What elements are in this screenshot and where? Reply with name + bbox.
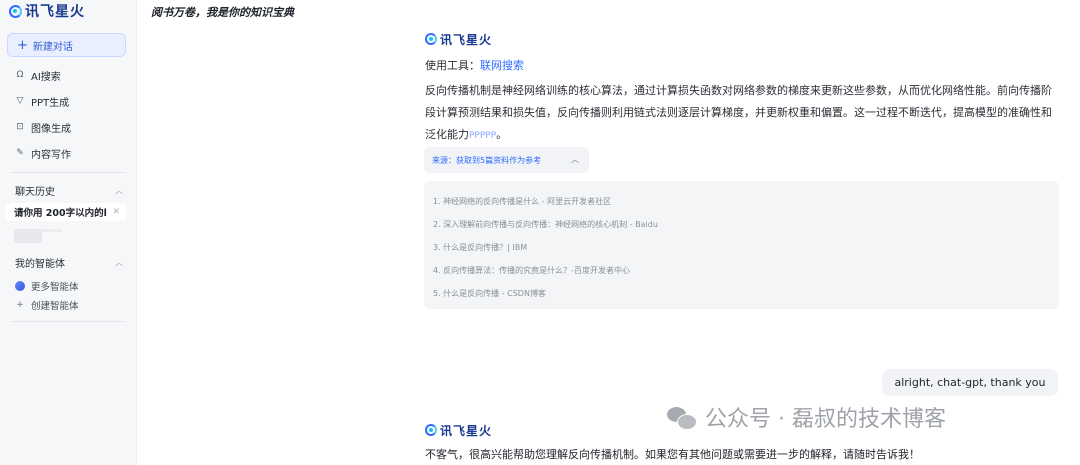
history-item[interactable]: 请你用 200字以内的l ✕ xyxy=(6,203,126,221)
ppt-icon: ▽ xyxy=(16,96,24,106)
web-search-link[interactable]: 联网搜索 xyxy=(480,59,524,72)
more-agents-icon xyxy=(15,281,25,291)
new-chat-label: 新建对话 xyxy=(32,41,73,53)
source-link[interactable]: 1. 神经网络的反向传播是什么 - 阿里云开发者社区 xyxy=(433,196,611,207)
bot-reply: 不客气，很高兴能帮助您理解反向传播机制。如果您有其他问题或需要进一步的解释，请随… xyxy=(425,448,920,461)
sidebar-divider xyxy=(10,172,126,173)
menu-item-ppt[interactable]: ▽ PPT生成 xyxy=(15,93,70,109)
menu-item-writing[interactable]: ✎ 内容写作 xyxy=(15,145,71,161)
bot-name: 讯飞星火 xyxy=(440,423,493,438)
answer-text: 反向传播机制是神经网络训练的核心算法，通过计算损失函数对网络参数的梯度来更新这些… xyxy=(425,84,1052,141)
menu-item-ai-search[interactable]: Ω AI搜索 xyxy=(15,67,61,83)
menu-label: 图像生成 xyxy=(31,123,71,135)
create-agent-icon: + xyxy=(16,300,24,310)
spark-logo-icon xyxy=(425,424,437,436)
menu-label: PPT生成 xyxy=(31,97,70,109)
new-chat-button[interactable]: + 新建对话 xyxy=(7,33,126,57)
sidebar-divider xyxy=(10,321,126,322)
more-agents-item[interactable]: 更多智能体 xyxy=(15,279,79,293)
chevron-up-icon: ︿ xyxy=(115,186,123,195)
menu-label: AI搜索 xyxy=(31,71,61,83)
menu-item-image[interactable]: ⊡ 图像生成 xyxy=(15,119,71,135)
agents-title: 我的智能体 xyxy=(15,259,65,270)
history-title: 聊天历史 xyxy=(15,187,55,198)
menu-label: 内容写作 xyxy=(31,149,71,161)
bot-name: 讯飞星火 xyxy=(440,32,493,47)
answer-end: 。 xyxy=(496,128,508,141)
chevron-up-icon: ︿ xyxy=(115,258,123,267)
image-icon: ⊡ xyxy=(16,122,24,132)
agent-label: 创建智能体 xyxy=(31,301,79,312)
redacted-block xyxy=(14,229,42,243)
tools-used: 使用工具：联网搜索 xyxy=(425,57,524,73)
close-icon[interactable]: ✕ xyxy=(112,207,120,217)
answer-tail: PPPPP xyxy=(469,131,497,141)
source-link[interactable]: 2. 深入理解前向传播与反向传播：神经网络的核心机制 - Baidu xyxy=(433,219,658,230)
brand-name: 讯飞星火 xyxy=(25,4,85,20)
source-link[interactable]: 5. 什么是反向传播 - CSDN博客 xyxy=(433,288,546,299)
chevron-up-icon: ︿ xyxy=(571,155,579,164)
create-agent-item[interactable]: + 创建智能体 xyxy=(15,298,79,312)
spark-logo-icon xyxy=(425,33,437,45)
sources-toggle[interactable]: 来源：获取到5篇资料作为参考 ︿ xyxy=(424,147,589,173)
ai-search-icon: Ω xyxy=(16,70,24,80)
wechat-icon xyxy=(667,405,697,430)
writing-icon: ✎ xyxy=(16,148,24,158)
history-section-toggle[interactable]: 聊天历史 ︿ xyxy=(15,183,123,198)
redacted-block xyxy=(42,229,62,232)
source-link[interactable]: 4. 反向传播算法：传播的究竟是什么？-百度开发者中心 xyxy=(433,265,630,276)
watermark: 公众号 · 磊叔的技术博客 xyxy=(667,401,946,433)
agent-label: 更多智能体 xyxy=(31,282,79,293)
spark-logo-icon xyxy=(9,4,22,18)
source-link[interactable]: 3. 什么是反向传播？| IBM xyxy=(433,242,527,253)
bot-avatar: 讯飞星火 xyxy=(425,31,492,47)
sources-label: 来源：获取到5篇资料作为参考 xyxy=(432,155,542,165)
page-title: 阅书万卷，我是你的知识宝典 xyxy=(151,6,294,19)
user-message: alright, chat-gpt, thank you xyxy=(882,369,1058,396)
history-item-title: 请你用 200字以内的l xyxy=(14,208,107,219)
plus-icon: + xyxy=(17,37,28,53)
sidebar: 讯飞星火 + 新建对话 Ω AI搜索 ▽ PPT生成 ⊡ 图像生成 ✎ 内容写作… xyxy=(0,0,137,465)
watermark-text: 公众号 · 磊叔的技术博客 xyxy=(705,407,946,432)
bot-answer: 反向传播机制是神经网络训练的核心算法，通过计算损失函数对网络参数的梯度来更新这些… xyxy=(425,80,1059,147)
agents-section-toggle[interactable]: 我的智能体 ︿ xyxy=(15,255,123,270)
tools-label: 使用工具： xyxy=(425,59,480,72)
bot-avatar: 讯飞星火 xyxy=(425,422,492,438)
brand-logo[interactable]: 讯飞星火 xyxy=(9,1,85,21)
sources-list: 1. 神经网络的反向传播是什么 - 阿里云开发者社区 2. 深入理解前向传播与反… xyxy=(424,181,1059,309)
